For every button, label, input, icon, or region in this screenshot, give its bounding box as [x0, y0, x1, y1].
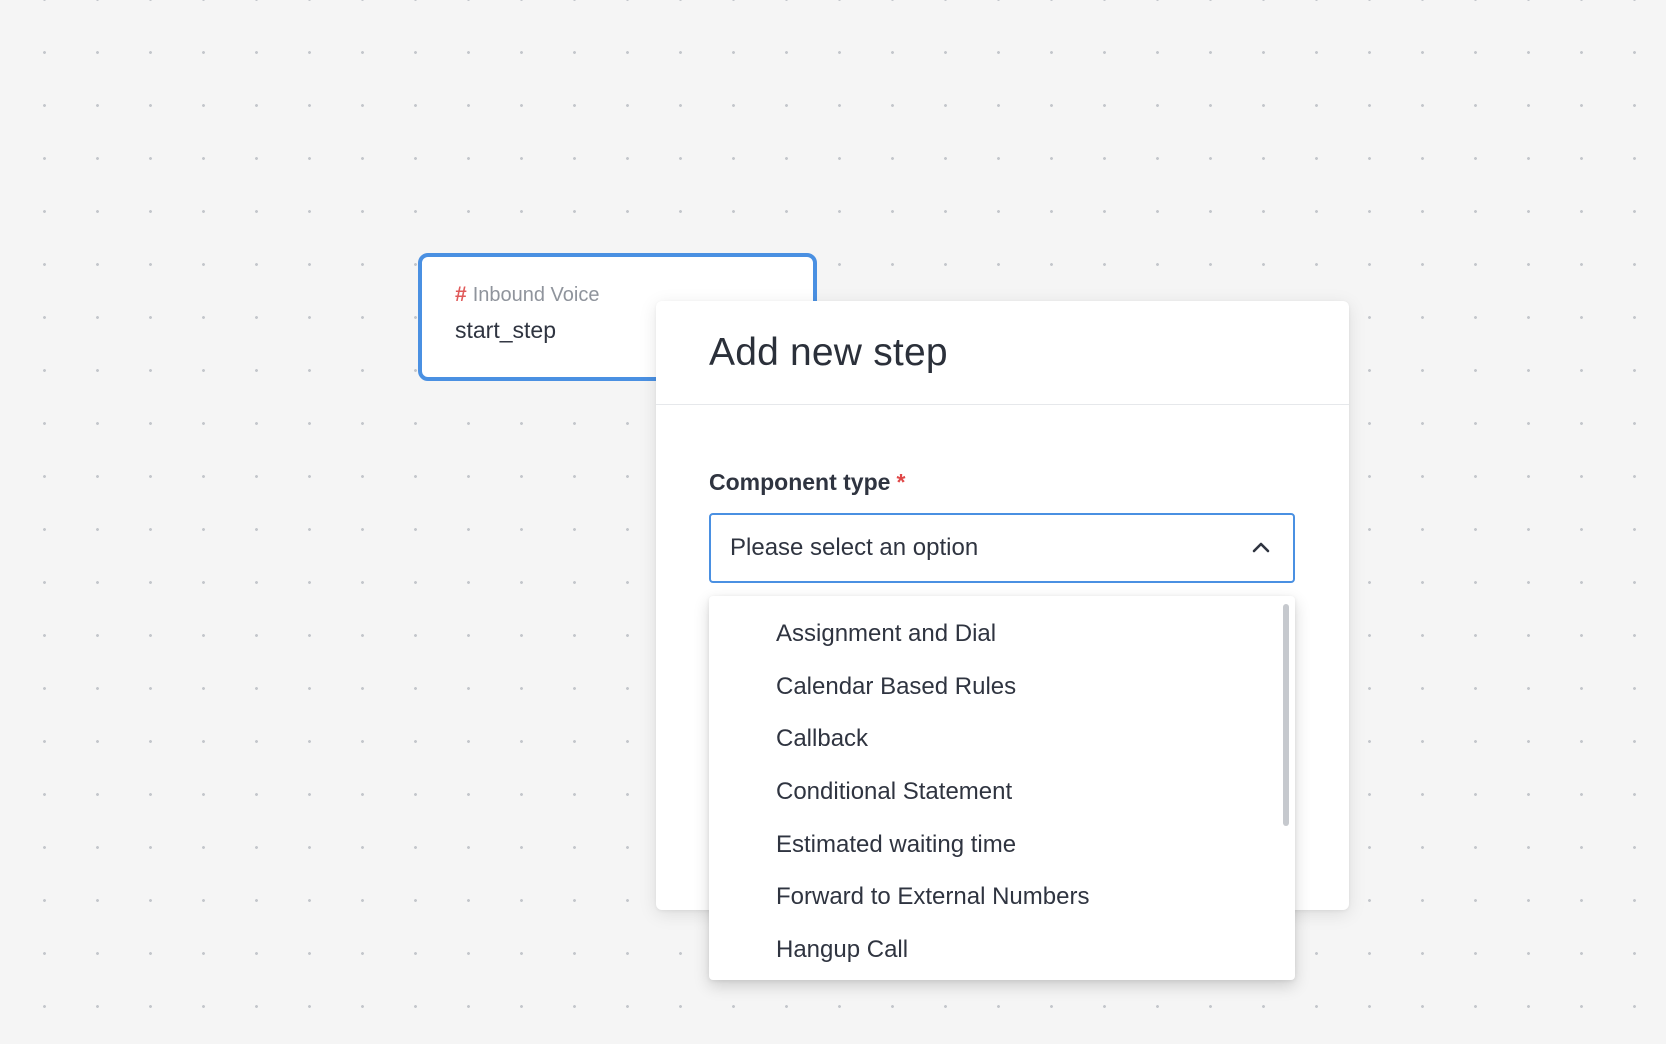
component-type-label: Component type *: [709, 469, 905, 496]
option-calendar-based-rules[interactable]: Calendar Based Rules: [709, 661, 1295, 714]
component-type-select[interactable]: Please select an option: [709, 513, 1295, 583]
component-type-dropdown: Assignment and Dial Calendar Based Rules…: [709, 596, 1295, 980]
option-conditional-statement[interactable]: Conditional Statement: [709, 766, 1295, 819]
required-mark: *: [896, 469, 906, 495]
option-callback[interactable]: Callback: [709, 713, 1295, 766]
option-forward-to-external-numbers[interactable]: Forward to External Numbers: [709, 871, 1295, 924]
dropdown-scrollbar[interactable]: [1283, 604, 1289, 974]
option-hangup-call[interactable]: Hangup Call: [709, 924, 1295, 977]
modal-title: Add new step: [709, 330, 948, 374]
option-estimated-waiting-time[interactable]: Estimated waiting time: [709, 818, 1295, 871]
component-type-label-text: Component type: [709, 469, 891, 495]
scrollbar-thumb[interactable]: [1283, 604, 1289, 826]
hash-icon: #: [455, 283, 467, 306]
option-assignment-and-dial[interactable]: Assignment and Dial: [709, 608, 1295, 661]
select-placeholder: Please select an option: [730, 534, 979, 561]
node-name: start_step: [455, 317, 556, 343]
node-type-label: Inbound Voice: [472, 283, 600, 306]
option-list: Assignment and Dial Calendar Based Rules…: [709, 596, 1295, 976]
node-type: # Inbound Voice: [455, 283, 599, 307]
modal-header: Add new step: [656, 301, 1349, 405]
chevron-up-icon[interactable]: [1251, 540, 1271, 554]
